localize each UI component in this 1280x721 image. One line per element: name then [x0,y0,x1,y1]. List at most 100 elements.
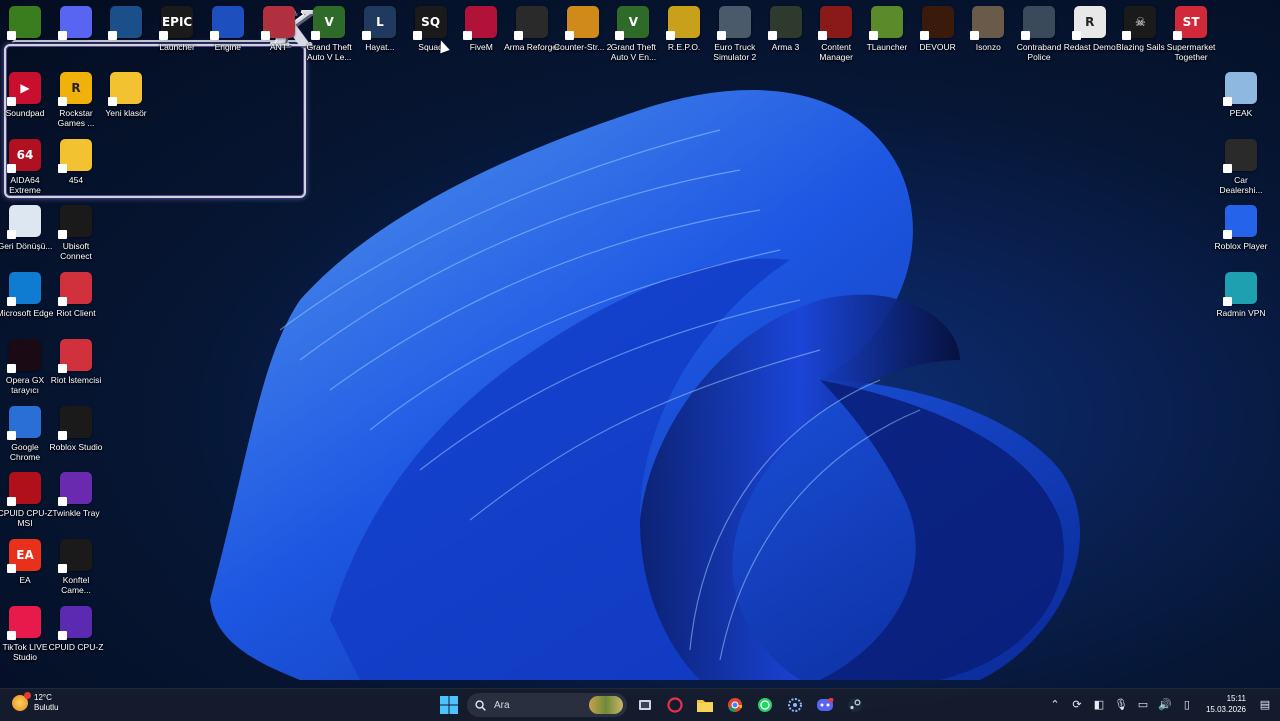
desktop-icon-fivem[interactable]: FiveM [456,6,506,52]
desktop-icon-label: Grand Theft Auto V Le... [306,42,352,62]
taskbar-steam[interactable] [843,693,867,717]
desktop-icon-steam[interactable] [101,6,151,40]
desktop-icon-valorant[interactable]: ANT [254,6,304,52]
content-manager-icon [818,6,853,40]
opera-gx-icon [7,338,41,373]
desktop-icon-peak[interactable]: PEAK [1216,72,1266,118]
desktop-icon-label: Supermarket Together [1166,42,1216,62]
konftel-icon [58,538,92,573]
desktop-icon-label: Roblox Player [1214,241,1268,252]
arma-reforger-icon [514,6,548,40]
tray-vpn-icon[interactable]: ◧ [1092,697,1106,711]
desktop-icon-opera[interactable]: Opera GX tarayıcı [0,338,50,395]
taskbar-opera-gx[interactable] [663,693,687,717]
shortcut-arrow-icon [7,497,16,507]
shortcut-arrow-icon [58,97,67,106]
desktop-icon-roblox_studio[interactable]: Roblox Studio [50,405,102,452]
desktop-icon-cpuz[interactable]: CPUID CPU-Z [49,605,103,652]
desktop-icon-label: PEAK [1229,108,1253,118]
desktop-icon-ubisoft[interactable]: Ubisoft Connect [51,205,101,261]
desktop-icon-riot[interactable]: Riot Client [51,272,101,318]
desktop-icon-edge[interactable]: Microsoft Edge [0,272,53,318]
desktop-icon-label: Opera GX tarayıcı [5,374,45,395]
taskbar-clock[interactable]: 15:11 15.03.2026 [1206,693,1246,715]
desktop-icon-radmin[interactable]: Radmin VPN [1216,272,1266,318]
tray-volume-icon[interactable]: 🔊 [1158,697,1172,711]
desktop-icon-arma3[interactable]: Arma 3 [761,6,811,52]
tray-battery-icon[interactable]: ▯ [1180,697,1194,711]
notification-center-icon[interactable]: ▤ [1258,697,1272,711]
tray-sync-icon[interactable]: ⟳ [1070,697,1084,711]
shortcut-arrow-icon [564,31,574,40]
tray-network-icon[interactable]: ▭ [1136,697,1150,711]
desktop-icon-label: TikTok LIVE Studio [2,641,48,662]
discord-icon [57,6,92,40]
desktop-icon-unreal[interactable]: Engine [203,6,253,52]
shortcut-arrow-icon [868,31,878,40]
desktop-icon-devour[interactable]: DEVOUR [913,6,963,52]
clock-date: 15.03.2026 [1205,705,1246,714]
desktop-icon-contraband[interactable]: Contraband Police [1014,6,1064,62]
desktop-icon-blazing[interactable]: ☠ Blazing Sails [1115,6,1165,52]
desktop-icon-content_manager[interactable]: Content Manager [811,6,861,62]
desktop-icon-gtav2[interactable]: V Grand Theft Auto V En... [608,6,658,62]
blazing-sails-glyph: ☠ [1135,15,1146,29]
desktop-icon-roblox[interactable]: Roblox Player [1215,205,1267,251]
desktop-icon-chrome[interactable]: Google Chrome [0,405,50,462]
isonzo-icon [970,6,1005,40]
shortcut-arrow-icon [108,97,117,106]
desktop-icon-rockstar[interactable]: R Rockstar Games ... [51,72,101,128]
shortcut-arrow-icon [1071,31,1081,40]
shortcut-arrow-icon [7,363,16,373]
desktop-icon-supermarket[interactable]: ST Supermarket Together [1166,6,1216,62]
desktop-icon-gtav1[interactable]: V Grand Theft Auto V Le... [304,6,354,62]
desktop-icon-aida[interactable]: 64 AIDA64 Extreme [0,138,50,195]
rockstar-icon: R [58,72,92,106]
desktop-icon-repo[interactable]: R.E.P.O. [659,6,709,52]
desktop-icon-cs2[interactable]: Counter-Str... 2 [554,6,612,52]
desktop-icon-lol[interactable]: L Hayat... [355,6,405,52]
shortcut-arrow-icon [7,563,16,573]
start-button[interactable] [437,693,461,717]
soundpad-glyph: ▶ [20,81,30,95]
shortcut-arrow-icon [58,630,67,640]
cpuz-msi-icon [7,472,41,507]
desktop-icon-car_dealer[interactable]: Car Dealershi... [1216,138,1266,195]
taskbar-file-explorer[interactable] [693,693,717,717]
tray-mic-icon[interactable]: 🎙 [1114,697,1128,711]
desktop-icon-isonzo[interactable]: Isonzo [963,6,1013,52]
desktop-icon-tlauncher[interactable]: TLauncher [862,6,912,52]
desktop-icon-yeni[interactable]: Yeni klasör [101,72,151,118]
taskbar-discord[interactable] [813,693,837,717]
shortcut-arrow-icon [7,230,16,240]
desktop-icon-riot2[interactable]: Riot İstemcisi [51,338,101,385]
shortcut-arrow-icon [1173,31,1183,40]
desktop-icon-soundpad[interactable]: ▶ Soundpad [0,72,50,118]
desktop-icon-arma_reforger[interactable]: Arma Reforger [504,6,560,52]
desktop-icon-redact[interactable]: R Redast Demo [1064,6,1116,52]
chrome-icon [728,698,743,713]
taskbar-unreal[interactable] [783,693,807,717]
desktop-icon-label: Geri Dönüşü... [0,241,53,252]
task-view-button[interactable] [633,693,657,717]
desktop-icon-recycle[interactable]: Geri Dönüşü... [0,205,52,251]
desktop-icon-ea[interactable]: EA EA [0,538,50,585]
edge-icon [7,272,41,307]
weather-widget[interactable]: 12°C Bulutlu [12,692,58,713]
desktop-icon-twinkle[interactable]: Twinkle Tray [51,472,101,518]
desktop-icon-discord[interactable] [51,6,101,40]
desktop-icon-label: Engine [214,42,242,52]
desktop-icon-ets2[interactable]: Euro Truck Simulator 2 [710,6,760,62]
desktop-icon-folder454[interactable]: 454 [51,138,101,185]
desktop-icon-nvidia[interactable] [0,6,50,40]
taskbar-whatsapp[interactable] [753,693,777,717]
desktop-icon-epic[interactable]: EPIC Launcher [152,6,202,52]
desktop-icon-label: Isonzo [975,42,1001,52]
desktop-icon-tiktok[interactable]: TikTok LIVE Studio [0,605,50,662]
tray-overflow-chevron-icon[interactable]: ⌃ [1048,697,1062,711]
shortcut-arrow-icon [58,163,67,173]
desktop-icon-cpuz_msi[interactable]: CPUID CPU-Z MSI [0,472,52,528]
desktop-icon-konftel[interactable]: Konftel Came... [51,538,101,595]
taskbar-search-box[interactable]: Ara [467,693,627,717]
taskbar-chrome[interactable] [723,693,747,717]
